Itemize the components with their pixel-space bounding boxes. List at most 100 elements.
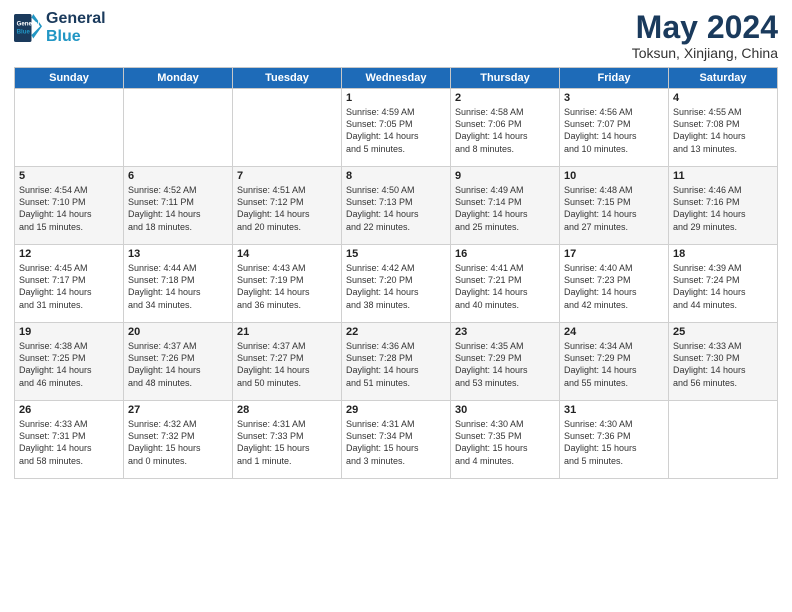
- day-content: Sunrise: 4:37 AMSunset: 7:27 PMDaylight:…: [237, 340, 337, 389]
- day-number: 9: [455, 170, 555, 182]
- day-number: 18: [673, 248, 773, 260]
- day-number: 17: [564, 248, 664, 260]
- weekday-header-saturday: Saturday: [669, 68, 778, 89]
- day-content: Sunrise: 4:45 AMSunset: 7:17 PMDaylight:…: [19, 262, 119, 311]
- main-title: May 2024: [632, 10, 778, 45]
- day-number: 6: [128, 170, 228, 182]
- day-number: 7: [237, 170, 337, 182]
- calendar-cell: 6 Sunrise: 4:52 AMSunset: 7:11 PMDaylight…: [124, 167, 233, 245]
- calendar-cell: 13 Sunrise: 4:44 AMSunset: 7:18 PMDayligh…: [124, 245, 233, 323]
- calendar-cell: 20 Sunrise: 4:37 AMSunset: 7:26 PMDayligh…: [124, 323, 233, 401]
- calendar-cell: 29Sunrise: 4:31 AMSunset: 7:34 PMDayligh…: [342, 401, 451, 479]
- day-number: 16: [455, 248, 555, 260]
- day-content: Sunrise: 4:59 AMSunset: 7:05 PMDaylight:…: [346, 106, 446, 155]
- calendar-cell: [124, 89, 233, 167]
- calendar-cell: 21Sunrise: 4:37 AMSunset: 7:27 PMDayligh…: [233, 323, 342, 401]
- svg-text:Blue: Blue: [17, 28, 31, 35]
- day-content: Sunrise: 4:48 AMSunset: 7:15 PMDaylight:…: [564, 184, 664, 233]
- day-content: Sunrise: 4:43 AMSunset: 7:19 PMDaylight:…: [237, 262, 337, 311]
- calendar-cell: [15, 89, 124, 167]
- day-content: Sunrise: 4:50 AMSunset: 7:13 PMDaylight:…: [346, 184, 446, 233]
- calendar-cell: 4 Sunrise: 4:55 AMSunset: 7:08 PMDaylight…: [669, 89, 778, 167]
- weekday-header-monday: Monday: [124, 68, 233, 89]
- day-number: 11: [673, 170, 773, 182]
- calendar-cell: 25Sunrise: 4:33 AMSunset: 7:30 PMDayligh…: [669, 323, 778, 401]
- calendar-cell: 22 Sunrise: 4:36 AMSunset: 7:28 PMDayligh…: [342, 323, 451, 401]
- week-row-1: 5Sunrise: 4:54 AMSunset: 7:10 PMDaylight…: [15, 167, 778, 245]
- day-content: Sunrise: 4:55 AMSunset: 7:08 PMDaylight:…: [673, 106, 773, 155]
- day-content: Sunrise: 4:41 AMSunset: 7:21 PMDaylight:…: [455, 262, 555, 311]
- sub-title: Toksun, Xinjiang, China: [632, 45, 778, 61]
- calendar-cell: 1 Sunrise: 4:59 AMSunset: 7:05 PMDaylight…: [342, 89, 451, 167]
- week-row-2: 12 Sunrise: 4:45 AMSunset: 7:17 PMDayligh…: [15, 245, 778, 323]
- day-number: 12: [19, 248, 119, 260]
- weekday-header-thursday: Thursday: [451, 68, 560, 89]
- calendar-cell: 5Sunrise: 4:54 AMSunset: 7:10 PMDaylight…: [15, 167, 124, 245]
- day-content: Sunrise: 4:40 AMSunset: 7:23 PMDaylight:…: [564, 262, 664, 311]
- day-content: Sunrise: 4:32 AMSunset: 7:32 PMDaylight:…: [128, 418, 228, 467]
- weekday-header-wednesday: Wednesday: [342, 68, 451, 89]
- weekday-header-sunday: Sunday: [15, 68, 124, 89]
- day-number: 10: [564, 170, 664, 182]
- calendar-cell: 18 Sunrise: 4:39 AMSunset: 7:24 PMDayligh…: [669, 245, 778, 323]
- day-number: 22: [346, 326, 446, 338]
- day-number: 28: [237, 404, 337, 416]
- weekday-header-friday: Friday: [560, 68, 669, 89]
- day-content: Sunrise: 4:33 AMSunset: 7:30 PMDaylight:…: [673, 340, 773, 389]
- calendar-cell: 15 Sunrise: 4:42 AMSunset: 7:20 PMDayligh…: [342, 245, 451, 323]
- day-content: Sunrise: 4:56 AMSunset: 7:07 PMDaylight:…: [564, 106, 664, 155]
- day-content: Sunrise: 4:58 AMSunset: 7:06 PMDaylight:…: [455, 106, 555, 155]
- day-number: 8: [346, 170, 446, 182]
- day-content: Sunrise: 4:33 AMSunset: 7:31 PMDaylight:…: [19, 418, 119, 467]
- calendar-cell: 31 Sunrise: 4:30 AMSunset: 7:36 PMDayligh…: [560, 401, 669, 479]
- day-number: 15: [346, 248, 446, 260]
- day-number: 19: [19, 326, 119, 338]
- calendar-cell: 10 Sunrise: 4:48 AMSunset: 7:15 PMDayligh…: [560, 167, 669, 245]
- calendar-cell: [669, 401, 778, 479]
- day-content: Sunrise: 4:31 AMSunset: 7:34 PMDaylight:…: [346, 418, 446, 467]
- day-number: 23: [455, 326, 555, 338]
- day-number: 4: [673, 92, 773, 104]
- day-content: Sunrise: 4:38 AMSunset: 7:25 PMDaylight:…: [19, 340, 119, 389]
- calendar-cell: 30 Sunrise: 4:30 AMSunset: 7:35 PMDayligh…: [451, 401, 560, 479]
- day-content: Sunrise: 4:35 AMSunset: 7:29 PMDaylight:…: [455, 340, 555, 389]
- logo: General Blue General Blue: [14, 10, 106, 45]
- day-number: 5: [19, 170, 119, 182]
- day-number: 31: [564, 404, 664, 416]
- day-number: 27: [128, 404, 228, 416]
- calendar-cell: 16 Sunrise: 4:41 AMSunset: 7:21 PMDayligh…: [451, 245, 560, 323]
- calendar-cell: 11Sunrise: 4:46 AMSunset: 7:16 PMDayligh…: [669, 167, 778, 245]
- day-content: Sunrise: 4:52 AMSunset: 7:11 PMDaylight:…: [128, 184, 228, 233]
- day-content: Sunrise: 4:36 AMSunset: 7:28 PMDaylight:…: [346, 340, 446, 389]
- day-number: 13: [128, 248, 228, 260]
- page: General Blue General Blue May 2024 Toksu…: [0, 0, 792, 612]
- day-content: Sunrise: 4:37 AMSunset: 7:26 PMDaylight:…: [128, 340, 228, 389]
- title-block: May 2024 Toksun, Xinjiang, China: [632, 10, 778, 61]
- day-content: Sunrise: 4:30 AMSunset: 7:35 PMDaylight:…: [455, 418, 555, 467]
- calendar-cell: 7Sunrise: 4:51 AMSunset: 7:12 PMDaylight…: [233, 167, 342, 245]
- calendar-cell: 26 Sunrise: 4:33 AMSunset: 7:31 PMDayligh…: [15, 401, 124, 479]
- calendar-cell: 28Sunrise: 4:31 AMSunset: 7:33 PMDayligh…: [233, 401, 342, 479]
- header: General Blue General Blue May 2024 Toksu…: [14, 10, 778, 61]
- day-content: Sunrise: 4:44 AMSunset: 7:18 PMDaylight:…: [128, 262, 228, 311]
- calendar-cell: 14 Sunrise: 4:43 AMSunset: 7:19 PMDayligh…: [233, 245, 342, 323]
- week-row-4: 26 Sunrise: 4:33 AMSunset: 7:31 PMDayligh…: [15, 401, 778, 479]
- day-number: 30: [455, 404, 555, 416]
- calendar-cell: 27 Sunrise: 4:32 AMSunset: 7:32 PMDayligh…: [124, 401, 233, 479]
- calendar-cell: 9Sunrise: 4:49 AMSunset: 7:14 PMDaylight…: [451, 167, 560, 245]
- day-number: 2: [455, 92, 555, 104]
- calendar-cell: 12 Sunrise: 4:45 AMSunset: 7:17 PMDayligh…: [15, 245, 124, 323]
- calendar-cell: 17 Sunrise: 4:40 AMSunset: 7:23 PMDayligh…: [560, 245, 669, 323]
- svg-text:General: General: [17, 20, 40, 27]
- day-content: Sunrise: 4:42 AMSunset: 7:20 PMDaylight:…: [346, 262, 446, 311]
- day-number: 14: [237, 248, 337, 260]
- day-number: 1: [346, 92, 446, 104]
- calendar-cell: 19 Sunrise: 4:38 AMSunset: 7:25 PMDayligh…: [15, 323, 124, 401]
- day-number: 26: [19, 404, 119, 416]
- day-content: Sunrise: 4:30 AMSunset: 7:36 PMDaylight:…: [564, 418, 664, 467]
- week-row-0: 1 Sunrise: 4:59 AMSunset: 7:05 PMDaylight…: [15, 89, 778, 167]
- calendar-cell: 24Sunrise: 4:34 AMSunset: 7:29 PMDayligh…: [560, 323, 669, 401]
- calendar-cell: 23 Sunrise: 4:35 AMSunset: 7:29 PMDayligh…: [451, 323, 560, 401]
- day-number: 20: [128, 326, 228, 338]
- day-content: Sunrise: 4:39 AMSunset: 7:24 PMDaylight:…: [673, 262, 773, 311]
